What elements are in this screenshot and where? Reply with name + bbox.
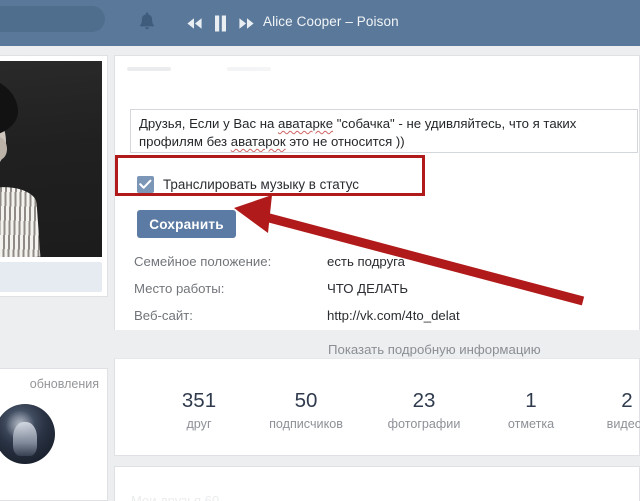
info-row: Веб-сайт: http://vk.com/4to_delat <box>134 302 634 329</box>
stat-videos[interactable]: 2 видеоз <box>579 389 640 431</box>
left-sidebar: ать обновления <box>0 46 112 501</box>
music-player-controls <box>186 11 255 35</box>
save-button[interactable]: Сохранить <box>137 210 236 238</box>
ghost-chip <box>227 67 271 71</box>
ghost-chip <box>127 67 171 71</box>
status-text-2c: это не относится )) <box>285 134 405 149</box>
info-row: Место работы: ЧТО ДЕЛАТЬ <box>134 275 634 302</box>
info-key: Место работы: <box>134 281 225 296</box>
stat-value: 23 <box>412 389 436 412</box>
profile-info-list: Семейное положение: есть подруга Место р… <box>134 248 634 329</box>
info-value[interactable]: http://vk.com/4to_delat <box>327 308 460 323</box>
avatar-figure <box>13 422 37 456</box>
updates-title: обновления <box>29 377 99 391</box>
status-text-line-2: профилям без аватарок это не относится )… <box>139 133 629 151</box>
stat-label: фотографии <box>387 417 461 431</box>
sidebar-action-button[interactable]: ать <box>0 262 102 292</box>
stat-photos[interactable]: 23 фотографии <box>365 389 483 431</box>
stat-value: 351 <box>181 389 217 412</box>
status-text-2a: профилям без <box>139 134 231 149</box>
profile-stats-panel: 351 друг 50 подписчиков 23 фотографии 1 … <box>114 358 640 456</box>
next-track-icon[interactable] <box>238 17 255 30</box>
broadcast-music-label: Транслировать музыку в статус <box>163 176 359 192</box>
status-textarea[interactable]: Друзья, Если у Вас на аватарке "собачка"… <box>130 109 638 153</box>
status-misspelled-word-1: аватарке <box>278 116 334 131</box>
pause-icon[interactable] <box>214 15 227 32</box>
search-input[interactable] <box>0 6 105 32</box>
profile-edit-panel: Друзья, Если у Вас на аватарке "собачка"… <box>114 55 640 357</box>
info-key: Веб-сайт: <box>134 308 193 323</box>
updates-card: обновления <box>0 368 108 501</box>
stat-friends[interactable]: 351 друг <box>151 389 247 431</box>
previous-track-icon[interactable] <box>186 17 203 30</box>
friends-panel-label: Мои друзья 60 <box>131 493 220 501</box>
stat-value: 50 <box>294 389 318 412</box>
stat-value: 1 <box>525 389 537 412</box>
info-row: Семейное положение: есть подруга <box>134 248 634 275</box>
photo-hair <box>0 77 18 137</box>
stat-tags[interactable]: 1 отметка <box>483 389 579 431</box>
friends-panel-truncated: Мои друзья 60 <box>114 466 640 501</box>
stat-followers[interactable]: 50 подписчиков <box>247 389 365 431</box>
stat-value: 2 <box>621 389 633 412</box>
photo-shirt <box>0 184 41 257</box>
status-text-line-1: Друзья, Если у Вас на аватарке "собачка"… <box>139 115 629 133</box>
main-content-column: Друзья, Если у Вас на аватарке "собачка"… <box>114 46 640 501</box>
now-playing-title: Alice Cooper – Poison <box>263 14 399 29</box>
show-detailed-info-link[interactable]: Показать подробную информацию <box>328 342 541 357</box>
save-button-label: Сохранить <box>149 216 224 232</box>
profile-photo-card: ать <box>0 55 108 297</box>
screenshot-root: Alice Cooper – Poison ать <box>0 0 640 501</box>
broadcast-music-checkbox-row[interactable]: Транслировать музыку в статус <box>137 170 359 198</box>
stat-label: друг <box>186 417 212 431</box>
bell-icon[interactable] <box>136 11 158 35</box>
top-navigation-bar: Alice Cooper – Poison <box>0 0 640 46</box>
panel-top-truncated-row <box>127 63 547 75</box>
updates-avatar[interactable] <box>0 404 55 464</box>
stat-label: отметка <box>507 417 555 431</box>
info-key: Семейное положение: <box>134 254 272 269</box>
stat-label: подписчиков <box>269 417 343 431</box>
checkbox-checked-icon[interactable] <box>137 175 154 193</box>
stat-label: видеоз <box>606 417 640 431</box>
info-value[interactable]: ЧТО ДЕЛАТЬ <box>327 281 408 296</box>
profile-photo[interactable] <box>0 61 102 257</box>
status-text-1a: Друзья, Если у Вас на <box>139 116 278 131</box>
stats-row: 351 друг 50 подписчиков 23 фотографии 1 … <box>151 389 640 431</box>
status-misspelled-word-2: аватарок <box>230 134 286 149</box>
status-text-1c: "собачка" - не удивляйтесь, что я таких <box>333 116 577 131</box>
page-body: ать обновления <box>0 46 640 501</box>
info-value[interactable]: есть подруга <box>327 254 405 269</box>
